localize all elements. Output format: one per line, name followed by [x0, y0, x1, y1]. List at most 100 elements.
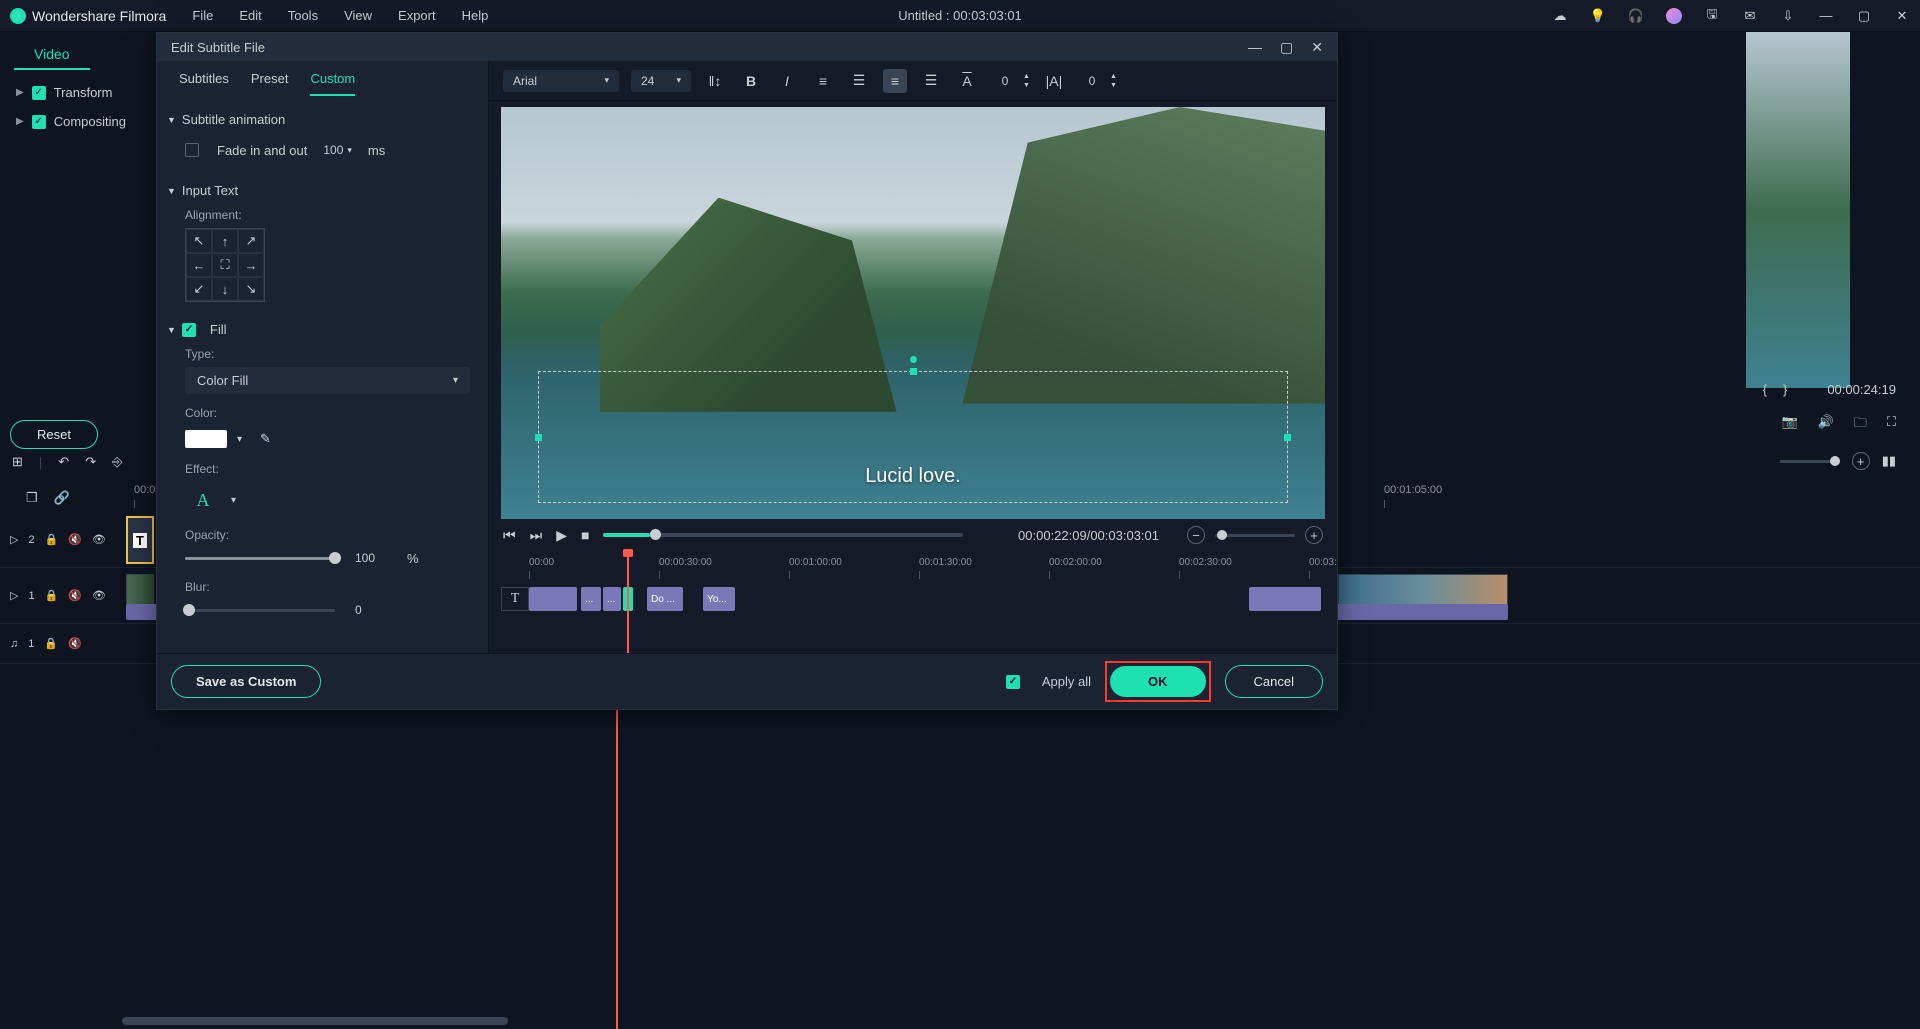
mic-icon[interactable]: ⇩: [1780, 8, 1796, 24]
section-subtitle-animation[interactable]: ▼ Subtitle animation: [167, 106, 470, 133]
waveform-icon[interactable]: ▮▮: [1882, 453, 1896, 469]
text-selection-box[interactable]: Lucid love.: [538, 371, 1288, 503]
link-icon[interactable]: 🔗: [54, 490, 70, 506]
mute-icon[interactable]: 🔇: [68, 589, 82, 602]
effect-select[interactable]: A: [185, 486, 221, 514]
track-type-icon[interactable]: ▷: [10, 533, 18, 546]
music-icon[interactable]: ♫: [10, 638, 18, 650]
text-clip[interactable]: T: [126, 516, 154, 564]
prev-frame-button[interactable]: ⏮: [503, 527, 516, 544]
close-app-icon[interactable]: ✕: [1894, 8, 1910, 24]
reset-button[interactable]: Reset: [10, 420, 98, 449]
text-track-icon[interactable]: T: [501, 587, 529, 611]
chevron-down-icon[interactable]: ▾: [237, 434, 242, 445]
subtitle-preview[interactable]: Lucid love.: [501, 107, 1325, 519]
eye-icon[interactable]: 👁: [92, 533, 106, 546]
text-align-left-button[interactable]: ≡: [811, 69, 835, 93]
tab-preset[interactable]: Preset: [251, 71, 289, 96]
align-top-left[interactable]: ↖: [186, 229, 212, 253]
menu-view[interactable]: View: [344, 8, 372, 23]
menu-file[interactable]: File: [192, 8, 213, 23]
stop-button[interactable]: ■: [581, 527, 589, 543]
fullscreen-icon[interactable]: ⛶: [1887, 414, 1896, 436]
minimize-icon[interactable]: —: [1818, 8, 1834, 24]
text-align-justify-button[interactable]: ☰: [919, 69, 943, 93]
save-as-custom-button[interactable]: Save as Custom: [171, 665, 321, 698]
fill-checkbox[interactable]: [182, 323, 196, 337]
spinner-icon[interactable]: ▲▼: [1110, 73, 1117, 89]
opacity-slider[interactable]: [185, 557, 335, 560]
eyedropper-icon[interactable]: ✎: [260, 431, 271, 447]
align-top-right[interactable]: ↗: [238, 229, 264, 253]
subtitle-clip[interactable]: Do ...: [647, 587, 683, 611]
align-top[interactable]: ↑: [212, 229, 238, 253]
italic-button[interactable]: I: [775, 69, 799, 93]
subtitle-clip[interactable]: Yo...: [703, 587, 735, 611]
apply-all-checkbox[interactable]: [1006, 675, 1020, 689]
horizontal-scrollbar[interactable]: [122, 1017, 508, 1025]
dialog-minimize-icon[interactable]: —: [1248, 39, 1262, 56]
headset-icon[interactable]: 🎧: [1628, 8, 1644, 24]
next-frame-button[interactable]: ⏭: [530, 527, 543, 544]
line-height-icon[interactable]: ‖↕: [703, 69, 727, 93]
subtitle-ruler[interactable]: 00:00 00:00:30:00 00:01:00:00 00:01:30:0…: [529, 557, 1325, 585]
undo-icon[interactable]: ↶: [58, 454, 69, 470]
mail-icon[interactable]: ✉: [1742, 8, 1758, 24]
text-align-right-button[interactable]: ≡: [883, 69, 907, 93]
mute-icon[interactable]: 🔇: [68, 637, 82, 650]
fade-checkbox[interactable]: [185, 143, 199, 157]
fill-type-select[interactable]: Color Fill ▾: [185, 367, 470, 394]
camera-icon[interactable]: 📷: [1782, 414, 1798, 436]
chevron-down-icon[interactable]: ▾: [231, 495, 236, 506]
layers-icon[interactable]: ❐: [26, 490, 38, 506]
subtitle-text[interactable]: Lucid love.: [865, 465, 961, 488]
align-bottom[interactable]: ↓: [212, 277, 238, 301]
maximize-icon[interactable]: ▢: [1856, 8, 1872, 24]
subtitle-clip[interactable]: [1249, 587, 1321, 611]
properties-scroll[interactable]: ▼ Subtitle animation Fade in and out 100…: [157, 96, 488, 653]
mute-icon[interactable]: 🔇: [68, 533, 82, 546]
folder-icon[interactable]: 🗀: [1854, 414, 1867, 436]
zoom-in-button[interactable]: +: [1305, 526, 1323, 544]
align-center[interactable]: ⛶: [212, 253, 238, 277]
lock-icon[interactable]: 🔒: [45, 589, 59, 602]
align-left[interactable]: ←: [186, 253, 212, 277]
align-right[interactable]: →: [238, 253, 264, 277]
lightbulb-icon[interactable]: 💡: [1590, 8, 1606, 24]
menu-edit[interactable]: Edit: [239, 8, 261, 23]
brace-open[interactable]: {: [1763, 382, 1767, 397]
text-align-center-button[interactable]: ☰: [847, 69, 871, 93]
subtitle-clip[interactable]: [529, 587, 577, 611]
opacity-value[interactable]: 100: [349, 548, 393, 568]
subtitle-playhead[interactable]: [627, 551, 629, 653]
save-icon[interactable]: 🖫: [1704, 8, 1720, 24]
font-size-select[interactable]: 24 ▾: [631, 70, 691, 92]
text-color-button[interactable]: A: [955, 69, 979, 93]
font-family-select[interactable]: Arial ▾: [503, 70, 619, 92]
menu-help[interactable]: Help: [462, 8, 489, 23]
volume-icon[interactable]: 🔊: [1818, 414, 1834, 436]
dialog-close-icon[interactable]: ✕: [1311, 39, 1323, 56]
align-bottom-right[interactable]: ↘: [238, 277, 264, 301]
dialog-maximize-icon[interactable]: ▢: [1280, 39, 1293, 56]
zoom-plus-icon[interactable]: +: [1852, 452, 1870, 470]
zoom-out-button[interactable]: −: [1187, 526, 1205, 544]
menu-export[interactable]: Export: [398, 8, 436, 23]
bold-button[interactable]: B: [739, 69, 763, 93]
play-button[interactable]: ▶: [556, 527, 567, 544]
subtitle-clip[interactable]: ...: [581, 587, 601, 611]
cancel-button[interactable]: Cancel: [1225, 665, 1323, 698]
subtitle-clip[interactable]: ...: [603, 587, 621, 611]
sidebar-item-compositing[interactable]: ▶ ✓ Compositing: [0, 107, 160, 136]
cloud-icon[interactable]: ☁: [1552, 8, 1568, 24]
subtitle-clips[interactable]: ... ... Do ... Yo...: [529, 587, 1325, 611]
tab-custom[interactable]: Custom: [310, 71, 355, 96]
seek-slider[interactable]: [603, 533, 963, 537]
checkbox-icon[interactable]: ✓: [32, 86, 46, 100]
align-bottom-left[interactable]: ↙: [186, 277, 212, 301]
menu-tools[interactable]: Tools: [288, 8, 318, 23]
letter-spacing-icon[interactable]: |A|: [1042, 69, 1066, 93]
zoom-slider[interactable]: [1215, 534, 1295, 537]
char-spacing-input[interactable]: 0 ▲▼: [991, 71, 1030, 91]
ok-button[interactable]: OK: [1110, 666, 1206, 697]
